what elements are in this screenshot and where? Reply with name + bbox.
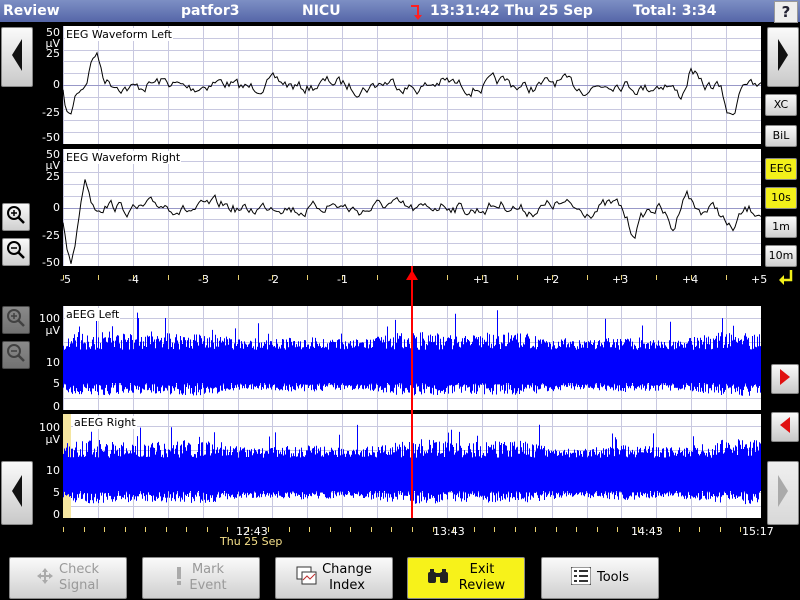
eeg-right-panel: EEG Waveform Right bbox=[63, 149, 761, 266]
aeeg-right-unit: µV bbox=[45, 433, 60, 446]
eeg-xtick: +4 bbox=[682, 273, 699, 286]
xc-montage-button[interactable]: XC bbox=[765, 94, 797, 116]
eeg-xtick: -2 bbox=[268, 273, 279, 286]
zoom-out-eeg-button[interactable] bbox=[2, 238, 30, 266]
scroll-eeg-forward-button[interactable] bbox=[767, 27, 799, 87]
binoculars-icon bbox=[427, 568, 449, 589]
cursor-timestamp: 13:31:42 Thu 25 Sep bbox=[430, 3, 593, 19]
eeg-xtick: -3 bbox=[198, 273, 209, 286]
review-cursor-line[interactable] bbox=[411, 266, 413, 518]
aeeg-time-2: 13:43 bbox=[433, 525, 465, 538]
timebase-1m-button[interactable]: 1m bbox=[765, 216, 797, 238]
exit-review-button[interactable]: Exit Review bbox=[407, 557, 525, 599]
aeeg-time-axis bbox=[63, 518, 762, 532]
mark-event-label: Mark Event bbox=[189, 562, 227, 593]
arrow-left-red-icon bbox=[779, 416, 791, 438]
check-signal-button[interactable]: Check Signal bbox=[9, 557, 127, 599]
cursor-arrow-icon bbox=[406, 265, 418, 284]
eeg-xtick: +5 bbox=[751, 273, 768, 286]
aeeg-right-ytick-5: 5 bbox=[53, 486, 60, 499]
previous-event-button[interactable] bbox=[771, 412, 799, 442]
check-signal-label: Check Signal bbox=[59, 562, 99, 593]
eeg-right-ytick-neg25: -25 bbox=[42, 229, 60, 242]
total-duration: Total: 3:34 bbox=[633, 3, 717, 19]
arrow-right-icon bbox=[776, 37, 790, 77]
mark-event-button[interactable]: Mark Event bbox=[142, 557, 260, 599]
aeeg-left-unit: µV bbox=[45, 324, 60, 337]
arrow-left-icon bbox=[10, 473, 24, 513]
exclamation-icon bbox=[175, 566, 183, 590]
zoom-in-icon bbox=[6, 205, 26, 229]
aeeg-date-label: Thu 25 Sep bbox=[220, 535, 283, 548]
arrow-left-icon bbox=[10, 37, 24, 77]
bil-montage-button[interactable]: BiL bbox=[765, 125, 797, 147]
eeg-xtick: -4 bbox=[128, 273, 139, 286]
eeg-right-title: EEG Waveform Right bbox=[65, 151, 182, 164]
aeeg-left-ytick-0: 0 bbox=[53, 400, 60, 413]
eeg-mode-button[interactable]: EEG bbox=[765, 158, 797, 180]
zoom-out-icon bbox=[6, 240, 26, 264]
unit-label: NICU bbox=[302, 3, 341, 19]
header-bar: Review patfor3 NICU 13:31:42 Thu 25 Sep … bbox=[0, 0, 800, 22]
help-button[interactable]: ? bbox=[774, 1, 798, 23]
zoom-in-eeg-button[interactable] bbox=[2, 203, 30, 231]
eeg-left-panel: EEG Waveform Left bbox=[63, 26, 761, 144]
tools-label: Tools bbox=[596, 570, 630, 585]
eeg-left-title: EEG Waveform Left bbox=[65, 28, 173, 41]
mode-label: Review bbox=[3, 3, 60, 19]
eeg-left-ytick-0: 0 bbox=[53, 78, 60, 91]
eeg-xtick: -5 bbox=[60, 273, 71, 286]
scroll-eeg-back-button[interactable] bbox=[1, 27, 33, 87]
arrow-right-red-icon bbox=[779, 368, 791, 390]
scroll-aeeg-forward-button[interactable] bbox=[767, 461, 799, 525]
timebase-10m-button[interactable]: 10m bbox=[765, 245, 797, 267]
aeeg-left-ytick-5: 5 bbox=[53, 377, 60, 390]
eeg-right-ytick-neg50: -50 bbox=[42, 256, 60, 269]
aeeg-right-ytick-10: 10 bbox=[46, 464, 60, 477]
exit-review-label: Exit Review bbox=[458, 562, 506, 593]
change-index-button[interactable]: Change Index bbox=[275, 557, 393, 599]
eeg-xtick: +1 bbox=[473, 273, 490, 286]
move-icon bbox=[37, 567, 53, 589]
patient-name: patfor3 bbox=[181, 3, 240, 19]
tools-button[interactable]: Tools bbox=[541, 557, 659, 599]
eeg-xtick: +3 bbox=[612, 273, 629, 286]
eeg-right-ytick-0: 0 bbox=[53, 201, 60, 214]
aeeg-right-ytick-0: 0 bbox=[53, 508, 60, 521]
eeg-right-ytick-25: 25 bbox=[46, 170, 60, 183]
eeg-left-ytick-neg25: -25 bbox=[42, 106, 60, 119]
aeeg-left-title: aEEG Left bbox=[65, 308, 121, 321]
aeeg-time-4: 15:17 bbox=[742, 525, 774, 538]
list-icon bbox=[570, 566, 592, 590]
zoom-in-aeeg-button[interactable] bbox=[2, 306, 30, 334]
zoom-in-icon bbox=[6, 308, 26, 332]
aeeg-time-3: 14:43 bbox=[631, 525, 663, 538]
cursor-marker-icon bbox=[409, 4, 423, 24]
zoom-out-aeeg-button[interactable] bbox=[2, 341, 30, 369]
eeg-xtick: -1 bbox=[337, 273, 348, 286]
aeeg-right-title: aEEG Right bbox=[73, 416, 137, 429]
aeeg-left-ytick-10: 10 bbox=[46, 356, 60, 369]
index-chart-icon bbox=[296, 566, 318, 591]
arrow-right-icon bbox=[776, 473, 790, 513]
timebase-10s-button[interactable]: 10s bbox=[765, 187, 797, 209]
zoom-out-icon bbox=[6, 343, 26, 367]
eeg-left-ytick-25: 25 bbox=[46, 47, 60, 60]
eeg-left-ytick-neg50: -50 bbox=[42, 131, 60, 144]
change-index-label: Change Index bbox=[322, 562, 372, 593]
scroll-aeeg-back-button[interactable] bbox=[1, 461, 33, 525]
eeg-xtick: +2 bbox=[543, 273, 560, 286]
return-arrow-icon bbox=[778, 269, 794, 289]
next-event-button[interactable] bbox=[771, 364, 799, 394]
